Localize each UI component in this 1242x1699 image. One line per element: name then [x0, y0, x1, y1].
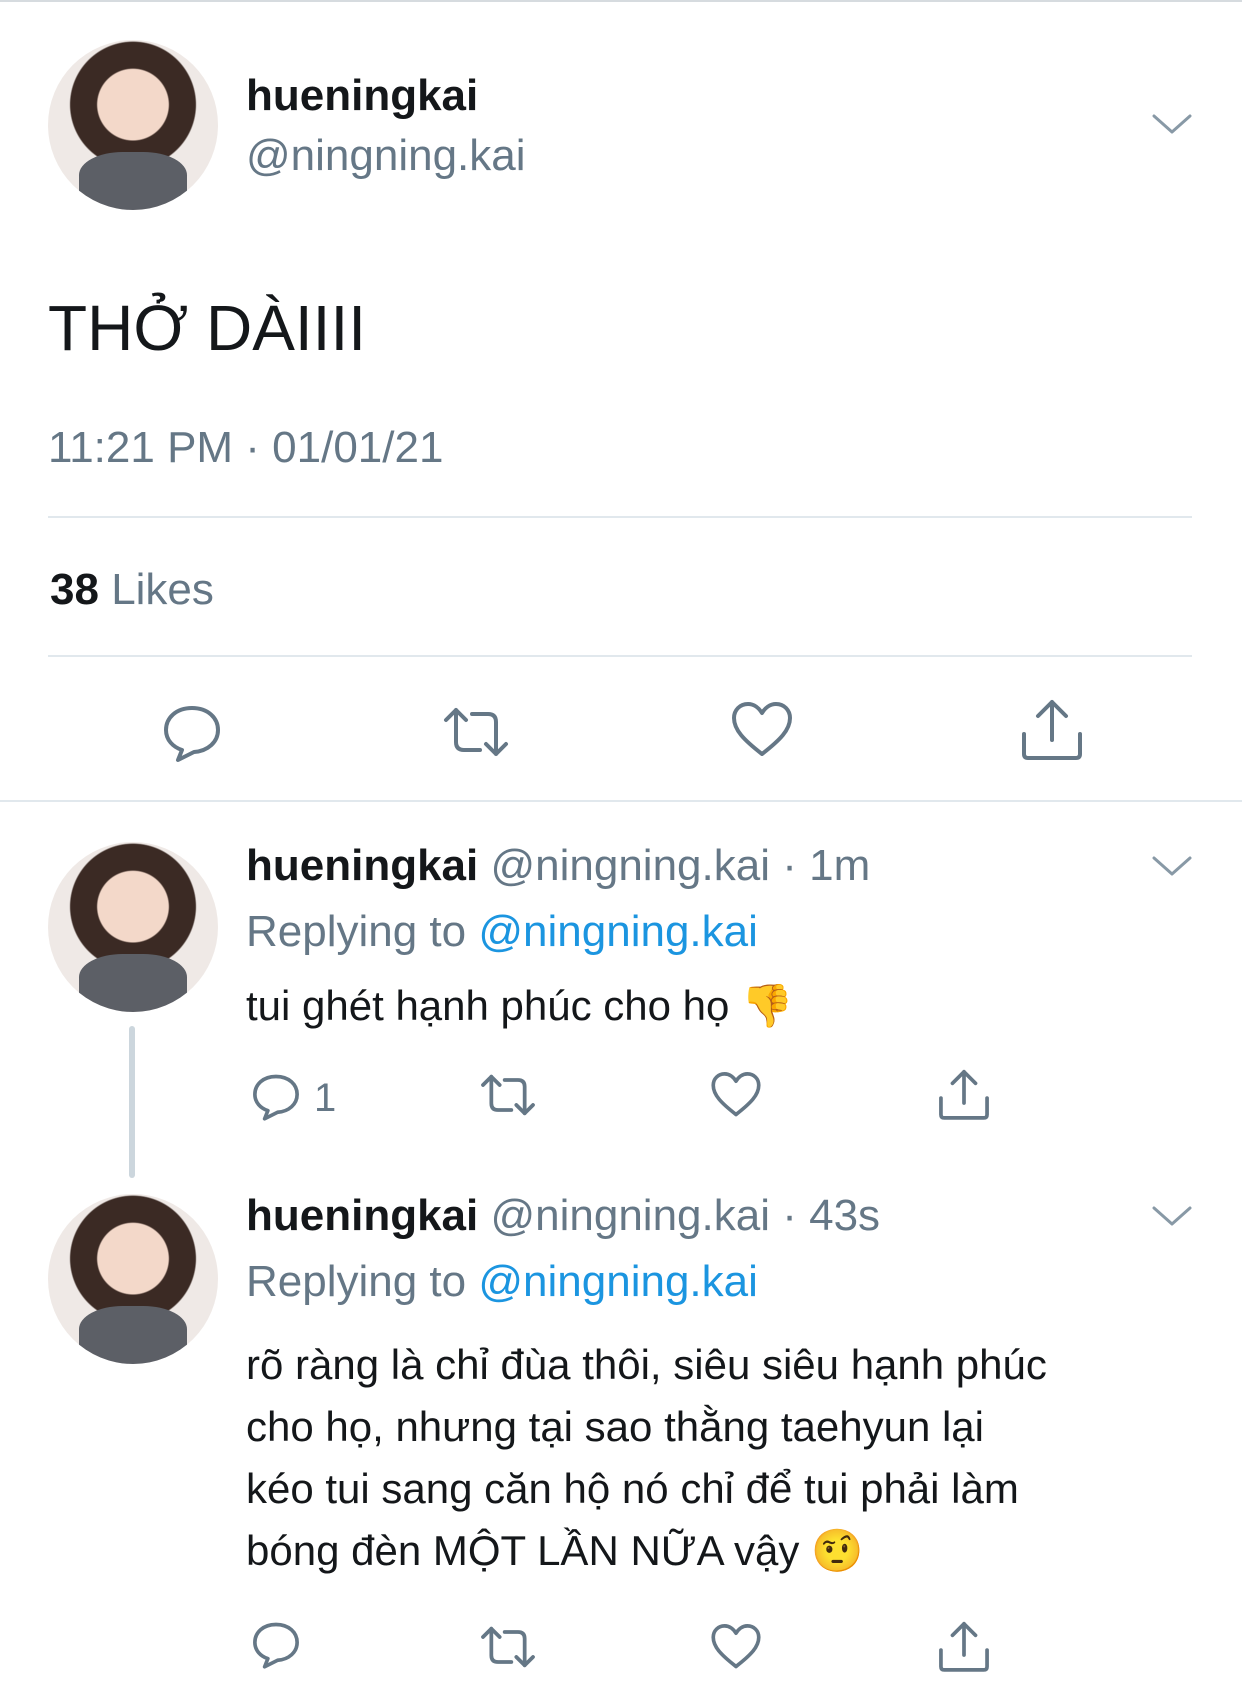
divider	[48, 516, 1192, 518]
replying-prefix: Replying to	[246, 1257, 467, 1306]
reply-text-line: cho họ, nhưng tại sao thằng taehyun lại	[246, 1403, 984, 1450]
raised-eyebrow-emoji: 🤨	[811, 1526, 864, 1575]
avatar[interactable]	[48, 842, 218, 1012]
share-upload-icon[interactable]	[936, 1618, 992, 1674]
reply-header[interactable]: hueningkai @ningning.kai · 1m	[246, 840, 870, 892]
reply-header[interactable]: hueningkai @ningning.kai · 43s	[246, 1190, 880, 1242]
reply-count: 1	[314, 1076, 337, 1120]
replying-handle-link[interactable]: @ningning.kai	[478, 907, 758, 956]
reply-display-name: hueningkai	[246, 841, 479, 890]
avatar[interactable]	[48, 1194, 218, 1364]
speech-bubble-icon[interactable]	[250, 1618, 302, 1670]
replying-to: Replying to @ningning.kai	[246, 906, 758, 958]
main-tweet-text: THỞ DÀIIII	[48, 292, 366, 364]
heart-icon[interactable]	[710, 1622, 762, 1672]
thumbs-down-emoji: 👎	[741, 981, 794, 1030]
retweet-arrows-icon[interactable]	[478, 1070, 538, 1120]
speech-bubble-icon[interactable]	[160, 700, 224, 764]
replying-prefix: Replying to	[246, 907, 467, 956]
reply-text-last-line: bóng đèn MỘT LẦN NỮA vậy 🤨	[246, 1520, 1047, 1582]
likes-label: Likes	[111, 565, 214, 614]
main-handle[interactable]: @ningning.kai	[246, 130, 526, 182]
chevron-down-icon[interactable]	[1150, 1202, 1194, 1230]
section-divider	[0, 800, 1242, 802]
likes-count: 38	[50, 565, 99, 614]
retweet-arrows-icon[interactable]	[440, 702, 512, 762]
speech-bubble-icon	[250, 1070, 302, 1122]
reply-meta: @ningning.kai · 1m	[490, 841, 871, 890]
reply-text-content: tui ghét hạnh phúc cho họ	[246, 982, 730, 1029]
reply-action[interactable]: 1	[250, 1066, 360, 1126]
reply-meta: @ningning.kai · 43s	[490, 1191, 881, 1240]
reply-text-line: bóng đèn MỘT LẦN NỮA vậy	[246, 1527, 800, 1574]
reply-text-line: rõ ràng là chỉ đùa thôi, siêu siêu hạnh …	[246, 1341, 1047, 1388]
main-display-name[interactable]: hueningkai	[246, 70, 478, 122]
reply-text: rõ ràng là chỉ đùa thôi, siêu siêu hạnh …	[246, 1334, 1047, 1582]
chevron-down-icon[interactable]	[1150, 110, 1194, 138]
chevron-down-icon[interactable]	[1150, 852, 1194, 880]
likes-summary[interactable]: 38 Likes	[50, 564, 214, 616]
replying-to: Replying to @ningning.kai	[246, 1256, 758, 1308]
reply-text: tui ghét hạnh phúc cho họ 👎	[246, 980, 793, 1032]
heart-icon[interactable]	[710, 1070, 762, 1120]
avatar[interactable]	[48, 40, 218, 210]
thread-line	[129, 1026, 135, 1178]
divider	[48, 655, 1192, 657]
heart-icon[interactable]	[730, 700, 794, 760]
share-upload-icon[interactable]	[1018, 696, 1086, 762]
share-upload-icon[interactable]	[936, 1066, 992, 1122]
top-border	[0, 0, 1242, 2]
replying-handle-link[interactable]: @ningning.kai	[478, 1257, 758, 1306]
retweet-arrows-icon[interactable]	[478, 1622, 538, 1672]
reply-text-line: kéo tui sang căn hộ nó chỉ để tui phải l…	[246, 1465, 1019, 1512]
reply-display-name: hueningkai	[246, 1191, 479, 1240]
main-timestamp[interactable]: 11:21 PM · 01/01/21	[48, 422, 443, 474]
